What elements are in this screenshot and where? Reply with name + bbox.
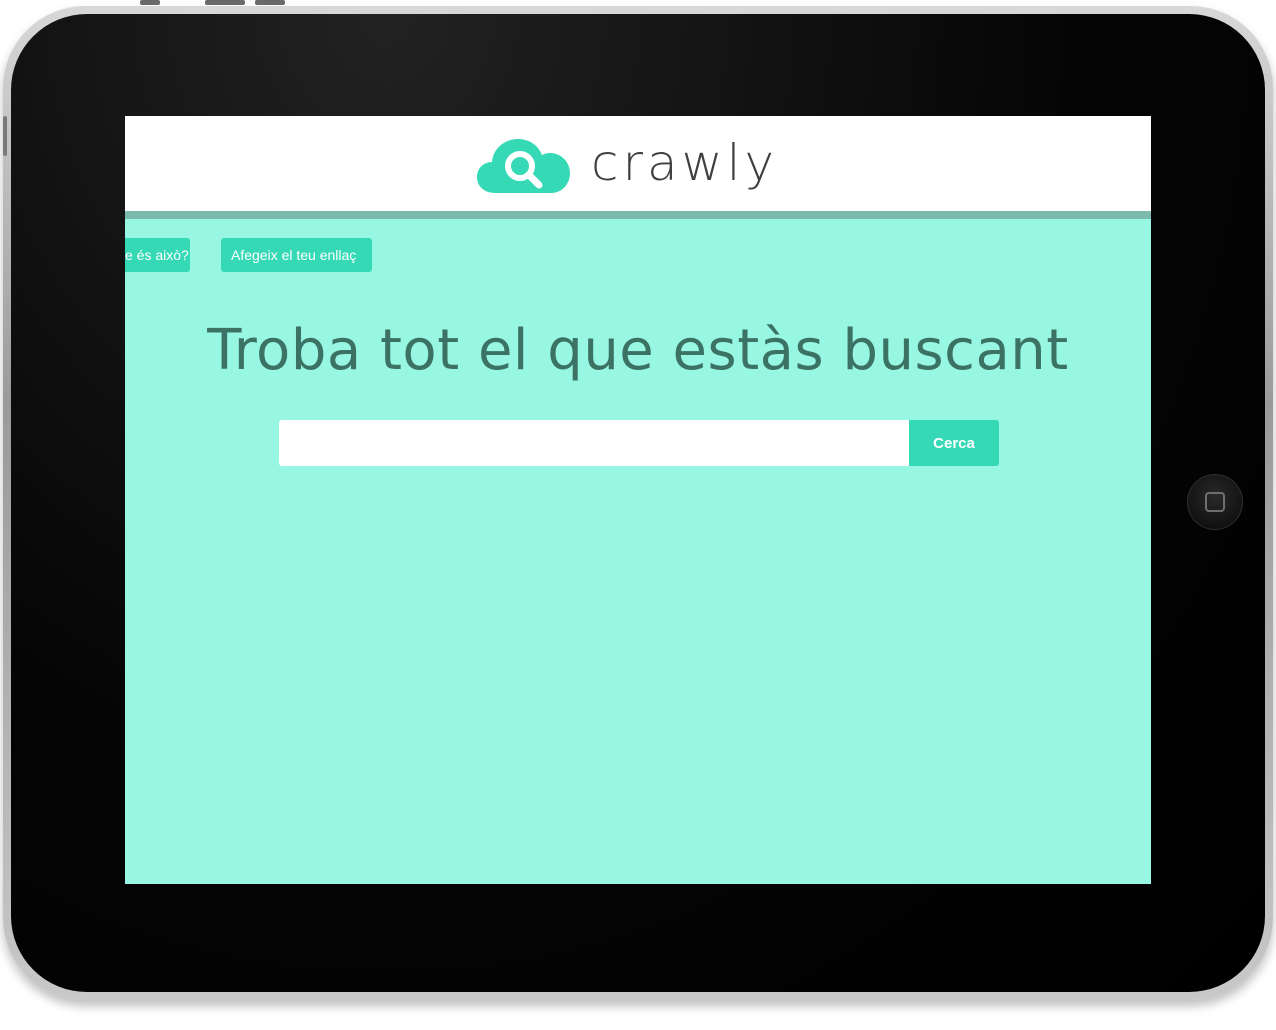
- side-button: [3, 116, 7, 156]
- top-button: [255, 0, 285, 5]
- screen: crawly e és això? Afegeix el teu enllaç …: [125, 116, 1151, 884]
- add-link-button[interactable]: Afegeix el teu enllaç: [221, 238, 372, 272]
- home-button[interactable]: [1187, 474, 1243, 530]
- search-input[interactable]: [279, 420, 909, 466]
- top-button: [140, 0, 160, 5]
- site-header: crawly: [125, 116, 1151, 219]
- top-button: [205, 0, 245, 5]
- page-headline: Troba tot el que estàs buscant: [207, 318, 1069, 383]
- logo[interactable]: crawly: [477, 136, 778, 194]
- cloud-search-icon: [477, 139, 570, 193]
- what-is-this-button[interactable]: e és això?: [125, 238, 190, 272]
- logo-text: crawly: [591, 134, 779, 192]
- search-button[interactable]: Cerca: [909, 420, 999, 466]
- search-form: Cerca: [279, 420, 999, 466]
- home-square-icon: [1205, 492, 1225, 512]
